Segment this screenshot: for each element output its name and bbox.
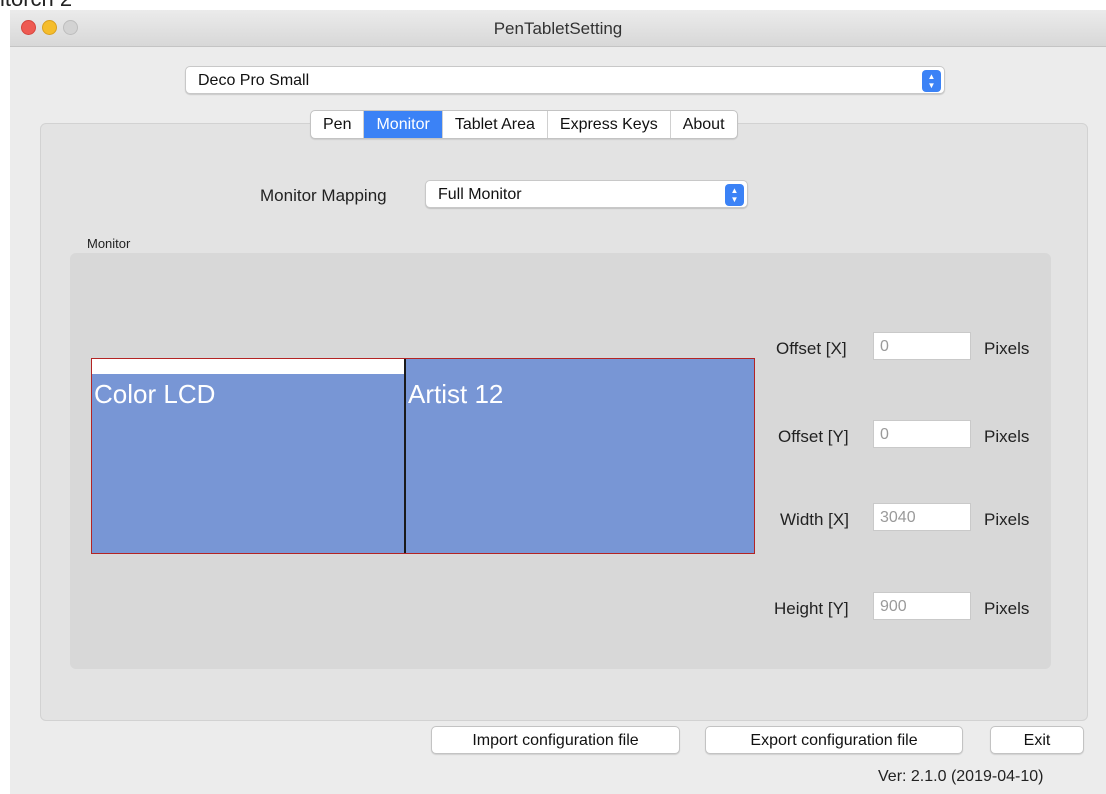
title-bar: PenTabletSetting [10, 10, 1106, 47]
offset-x-input[interactable]: 0 [873, 332, 971, 360]
monitor-divider [404, 359, 406, 553]
offset-x-label: Offset [X] [776, 339, 847, 358]
monitor-group-label: Monitor [87, 236, 131, 251]
up-down-arrows-icon: ▲ ▼ [922, 70, 941, 92]
offset-y-input[interactable]: 0 [873, 420, 971, 448]
monitor-layout: Color LCD Artist 12 [91, 358, 755, 554]
import-config-button[interactable]: Import configuration file [431, 726, 680, 754]
monitor-mapping-label: Monitor Mapping [260, 186, 387, 205]
width-x-input[interactable]: 3040 [873, 503, 971, 531]
tab-bar: Pen Monitor Tablet Area Express Keys Abo… [310, 110, 738, 139]
app-window: PenTabletSetting Deco Pro Small ▲ ▼ Pen M… [10, 10, 1106, 794]
device-select-value: Deco Pro Small [198, 72, 310, 89]
tab-monitor[interactable]: Monitor [364, 111, 443, 138]
monitor-mapping-value: Full Monitor [438, 186, 522, 203]
menu-bar-indicator [92, 359, 404, 374]
height-y-unit: Pixels [984, 599, 1030, 618]
tab-pen[interactable]: Pen [311, 111, 365, 138]
monitor-mapping-select[interactable]: Full Monitor ▲ ▼ [425, 180, 748, 208]
tab-tablet-area[interactable]: Tablet Area [443, 111, 548, 138]
export-config-button[interactable]: Export configuration file [705, 726, 963, 754]
monitor-color-lcd-label: Color LCD [94, 379, 216, 409]
window-title: PenTabletSetting [493, 19, 623, 38]
up-down-arrows-icon: ▲ ▼ [725, 184, 744, 206]
width-x-label: Width [X] [780, 510, 849, 529]
offset-x-unit: Pixels [984, 339, 1030, 358]
monitor-artist-12-label: Artist 12 [408, 379, 504, 409]
device-select[interactable]: Deco Pro Small ▲ ▼ [185, 66, 945, 94]
offset-y-label: Offset [Y] [778, 427, 849, 446]
tab-express-keys[interactable]: Express Keys [548, 111, 671, 138]
version-label: Ver: 2.1.0 (2019-04-10) [878, 768, 1044, 785]
offset-y-unit: Pixels [984, 427, 1030, 446]
exit-button[interactable]: Exit [990, 726, 1084, 754]
tab-about[interactable]: About [671, 111, 737, 138]
height-y-label: Height [Y] [774, 599, 849, 618]
height-y-input[interactable]: 900 [873, 592, 971, 620]
width-x-unit: Pixels [984, 510, 1030, 529]
